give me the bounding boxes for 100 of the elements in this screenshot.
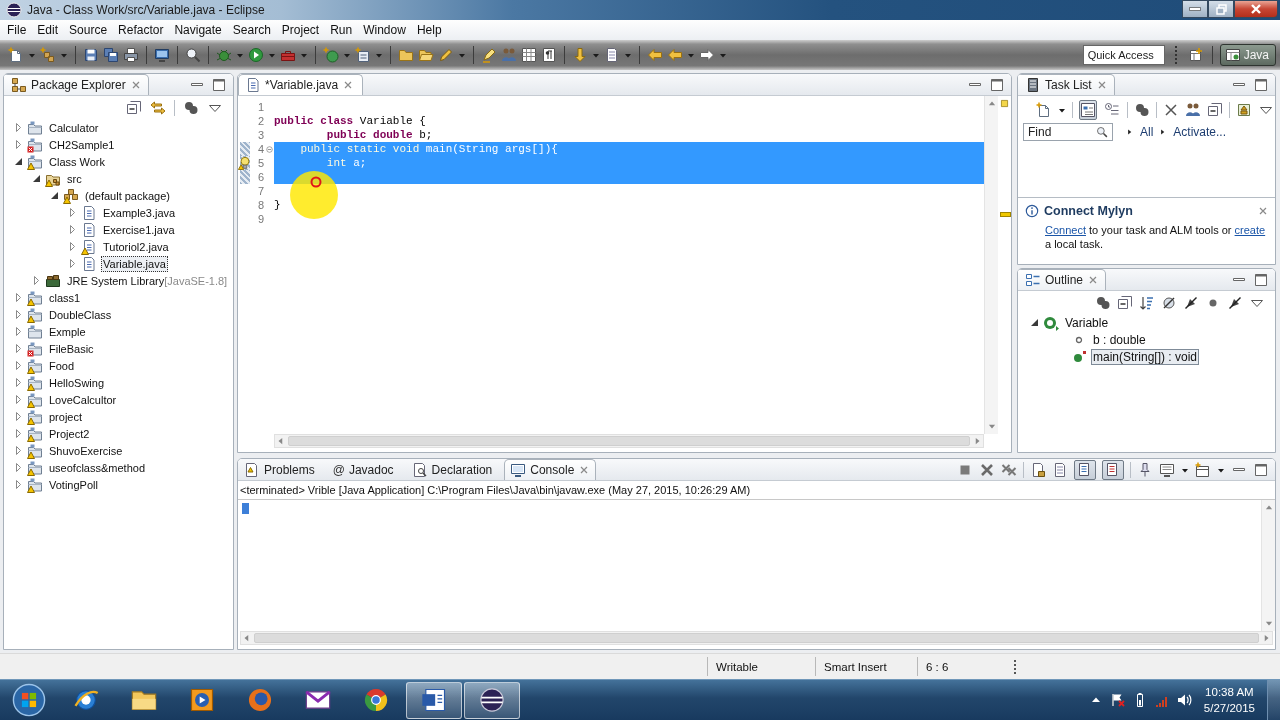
tree-item[interactable]: Food <box>47 357 77 374</box>
speaker-icon[interactable] <box>1175 692 1192 708</box>
new-console-icon[interactable] <box>1195 461 1211 478</box>
filter-link[interactable]: All <box>1140 125 1154 139</box>
maximize-icon[interactable] <box>989 76 1005 93</box>
tree-item[interactable]: DoubleClass <box>47 306 114 323</box>
tree-item[interactable]: class1 <box>47 289 83 306</box>
tree-item[interactable]: FileBasic <box>47 340 96 357</box>
new-task-icon[interactable] <box>1036 101 1052 118</box>
pin-icon[interactable] <box>1137 461 1153 478</box>
vertical-scrollbar[interactable] <box>1261 500 1275 631</box>
tree-item[interactable]: CH2Sample1 <box>47 136 117 153</box>
scroll-thumb[interactable] <box>254 633 1259 643</box>
document-lock-icon[interactable] <box>1030 461 1046 478</box>
collapse-all-icon[interactable] <box>1207 101 1223 118</box>
quick-access-field[interactable]: Quick Access <box>1082 45 1165 65</box>
close-icon[interactable] <box>1257 205 1269 217</box>
tree-item[interactable]: Example3.java <box>101 204 178 221</box>
highlighter-icon[interactable] <box>481 47 497 63</box>
view-tab[interactable]: Console <box>504 459 597 480</box>
tree-item[interactable]: src <box>65 170 84 187</box>
scroll-thumb[interactable] <box>288 436 970 446</box>
pilcrow-icon[interactable] <box>541 47 557 63</box>
save-icon[interactable] <box>83 47 99 63</box>
text-link[interactable]: create <box>1234 224 1266 236</box>
search-icon[interactable] <box>185 47 201 63</box>
perspective-button[interactable]: Java <box>1219 44 1276 66</box>
text-link[interactable]: Connect <box>1045 224 1086 236</box>
clock[interactable]: 10:38 AM 5/27/2015 <box>1197 684 1261 716</box>
expander-icon[interactable] <box>14 157 23 166</box>
view-tab[interactable]: Outline <box>1018 269 1107 290</box>
menu-item[interactable]: Search <box>232 23 271 37</box>
collapse-all-icon[interactable] <box>1117 294 1133 311</box>
tree-item[interactable]: LoveCalcultor <box>47 391 119 408</box>
menu-item[interactable]: Refactor <box>118 23 164 37</box>
document-icon[interactable] <box>1052 461 1068 478</box>
new-file-icon[interactable] <box>8 47 24 63</box>
open-folder-icon[interactable] <box>418 47 434 63</box>
tree-item[interactable]: useofclass&method <box>47 459 147 476</box>
tree-item[interactable]: main(String[]) : void <box>1091 348 1200 365</box>
expander-icon[interactable] <box>1030 318 1039 327</box>
lightbulb-warning-icon[interactable] <box>238 156 252 170</box>
filter-link[interactable]: Activate... <box>1173 125 1227 139</box>
arrow-right-icon[interactable] <box>699 47 715 63</box>
tree-item[interactable]: VotingPoll <box>47 476 100 493</box>
arrow-left-icon[interactable] <box>667 47 683 63</box>
editor-tab[interactable]: *Variable.java <box>238 74 364 95</box>
arrow-down-icon[interactable] <box>572 47 588 63</box>
circles-icon[interactable] <box>1134 101 1150 118</box>
tree-item[interactable]: Calculator <box>47 119 101 136</box>
tree-item[interactable]: HelloSwing <box>47 374 107 391</box>
menu-item[interactable]: Window <box>363 23 406 37</box>
open-perspective-icon[interactable] <box>1188 47 1205 63</box>
vertical-scrollbar[interactable] <box>984 96 998 434</box>
tree-item[interactable]: Variable <box>1063 314 1111 331</box>
circles-icon[interactable] <box>183 99 199 116</box>
horizontal-scrollbar[interactable] <box>240 631 1273 645</box>
tree-item[interactable]: ShuvoExercise <box>47 442 125 459</box>
maximize-icon[interactable] <box>1253 461 1269 478</box>
link-arrows-icon[interactable] <box>150 99 166 116</box>
circle-slash-icon[interactable] <box>1161 294 1177 311</box>
tree-item[interactable]: Class Work <box>47 153 108 170</box>
show-desktop-button[interactable] <box>1267 680 1280 720</box>
tree-item[interactable]: JRE System Library[JavaSE-1.8] <box>65 272 230 289</box>
find-field[interactable]: Find <box>1023 123 1113 141</box>
cross-icon[interactable] <box>979 461 995 478</box>
maximize-icon[interactable] <box>1253 76 1269 93</box>
menu-item[interactable]: Run <box>330 23 353 37</box>
minimize-button[interactable] <box>1182 0 1208 18</box>
menu-item[interactable]: File <box>7 23 27 37</box>
view-tab[interactable]: @ Javadoc <box>326 459 400 480</box>
grid-icon[interactable] <box>521 47 537 63</box>
warning-marker[interactable] <box>1000 212 1011 217</box>
folder-icon[interactable] <box>398 47 414 63</box>
cross-icon[interactable] <box>1163 101 1179 118</box>
people-icon[interactable] <box>1185 101 1201 118</box>
menu-item[interactable]: Help <box>416 23 442 37</box>
view-tab[interactable]: Declaration <box>405 459 499 480</box>
slashed-arrow-icon[interactable] <box>1227 294 1243 311</box>
menu-item[interactable]: Edit <box>37 23 59 37</box>
package-plus-icon[interactable] <box>40 47 56 63</box>
slashed-arrow-icon[interactable] <box>1183 294 1199 311</box>
menu-item[interactable]: Project <box>281 23 320 37</box>
printer-icon[interactable] <box>123 47 139 63</box>
expander-icon[interactable] <box>32 174 41 183</box>
horizontal-scrollbar[interactable] <box>274 434 984 448</box>
toggle-button[interactable] <box>1074 459 1096 480</box>
tree-item[interactable]: Exmple <box>47 323 88 340</box>
menu-item[interactable]: Source <box>69 23 108 37</box>
arrow-left-icon[interactable] <box>647 47 663 63</box>
tree-item[interactable]: (default package) <box>83 187 172 204</box>
save-all-icon[interactable] <box>103 47 119 63</box>
menu-item[interactable]: Navigate <box>174 23 222 37</box>
toggle-button[interactable] <box>1102 459 1124 480</box>
close-button[interactable] <box>1234 0 1278 18</box>
taskbar-button[interactable] <box>406 681 462 719</box>
maximize-icon[interactable] <box>1253 271 1269 288</box>
pencil-icon[interactable] <box>438 47 454 63</box>
display-icon[interactable] <box>1159 461 1175 478</box>
toggle-button[interactable] <box>1079 99 1097 120</box>
